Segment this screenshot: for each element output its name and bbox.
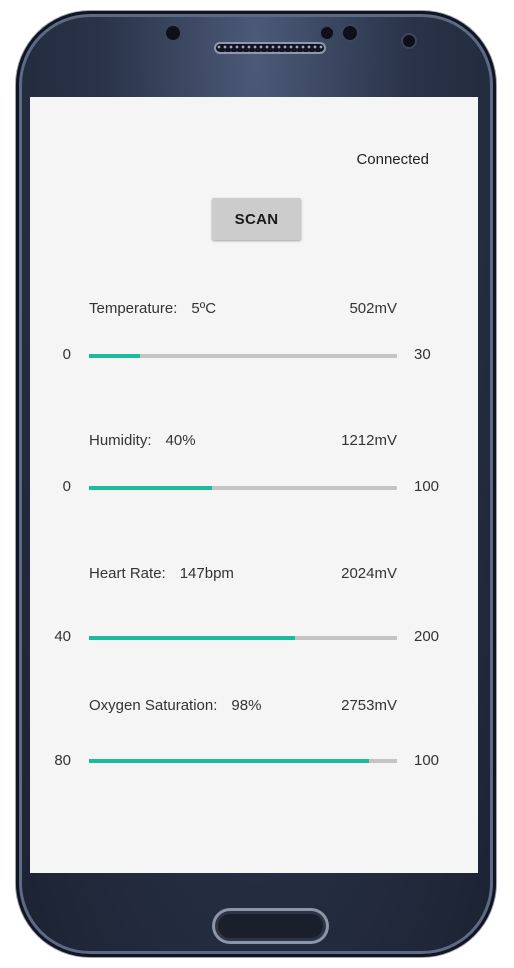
progress-fill bbox=[89, 636, 296, 640]
sensor-value: 98% bbox=[231, 697, 262, 714]
range-max: 100 bbox=[414, 752, 440, 769]
range-max: 200 bbox=[414, 628, 440, 645]
camera-icon bbox=[403, 35, 415, 47]
progress-fill bbox=[89, 354, 141, 358]
sensor-name: Heart Rate: bbox=[89, 565, 166, 582]
sensor-label: Humidity: 40% bbox=[89, 432, 196, 449]
sensor-row-humidity: Humidity: 40% 1212mV 0 100 bbox=[30, 432, 478, 512]
progress-fill bbox=[89, 759, 370, 763]
sensor-name: Temperature: bbox=[89, 300, 178, 317]
connection-status: Connected bbox=[356, 151, 429, 168]
front-camera-icon bbox=[166, 26, 180, 40]
sensor-millivolts: 2753mV bbox=[341, 697, 397, 714]
sensor-value: 5ºC bbox=[191, 300, 217, 317]
range-min: 0 bbox=[62, 478, 71, 495]
sensor-progress-bar bbox=[89, 759, 397, 763]
home-button[interactable] bbox=[212, 908, 329, 944]
earpiece-speaker bbox=[214, 42, 326, 54]
range-max: 100 bbox=[414, 478, 440, 495]
sensor-row-heart-rate: Heart Rate: 147bpm 2024mV 40 200 bbox=[30, 565, 478, 645]
sensor-name: Humidity: bbox=[89, 432, 152, 449]
sensor-row-temperature: Temperature: 5ºC 502mV 0 30 bbox=[30, 300, 478, 380]
sensor-progress-bar bbox=[89, 636, 397, 640]
sensor-value: 147bpm bbox=[179, 565, 234, 582]
sensor-millivolts: 2024mV bbox=[341, 565, 397, 582]
sensor-icon bbox=[343, 26, 357, 40]
range-min: 40 bbox=[54, 628, 71, 645]
sensor-progress-bar bbox=[89, 354, 397, 358]
range-min: 0 bbox=[62, 346, 71, 363]
sensor-label: Temperature: 5ºC bbox=[89, 300, 216, 317]
sensor-name: Oxygen Saturation: bbox=[89, 697, 218, 714]
scan-button[interactable]: SCAN bbox=[212, 198, 301, 240]
range-max: 30 bbox=[414, 346, 431, 363]
sensor-millivolts: 1212mV bbox=[341, 432, 397, 449]
progress-fill bbox=[89, 486, 213, 490]
range-min: 80 bbox=[54, 752, 71, 769]
sensor-millivolts: 502mV bbox=[349, 300, 397, 317]
sensor-label: Heart Rate: 147bpm bbox=[89, 565, 234, 582]
sensor-value: 40% bbox=[165, 432, 196, 449]
sensor-progress-bar bbox=[89, 486, 397, 490]
sensor-icon bbox=[321, 27, 333, 39]
sensor-row-oxygen-saturation: Oxygen Saturation: 98% 2753mV 80 100 bbox=[30, 697, 478, 777]
app-screen: Connected SCAN Temperature: 5ºC 502mV 0 3… bbox=[30, 97, 478, 873]
sensor-label: Oxygen Saturation: 98% bbox=[89, 697, 261, 714]
